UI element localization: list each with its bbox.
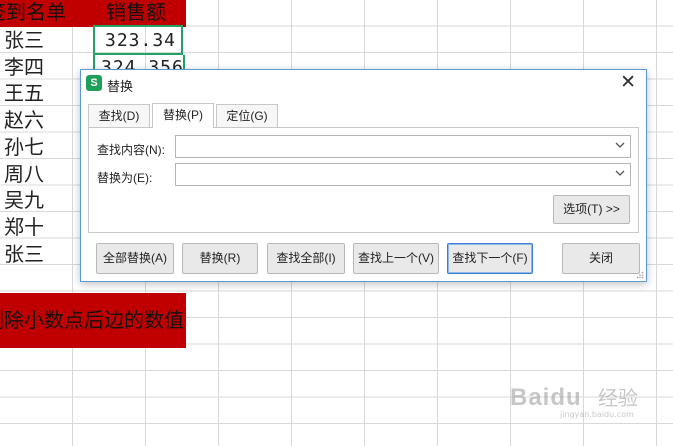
tab-goto[interactable]: 定位(G) <box>216 104 278 127</box>
dialog-titlebar[interactable]: S 替换 ✕ <box>81 70 646 97</box>
close-button[interactable]: 关闭 <box>562 243 640 274</box>
tab-find[interactable]: 查找(D) <box>88 104 150 127</box>
watermark-url: jingyan.baidu.com <box>560 410 634 419</box>
resize-grip-icon[interactable] <box>636 271 644 279</box>
name-cell[interactable]: 张三 <box>0 27 86 54</box>
selection-range-edge <box>93 55 95 69</box>
instruction-banner: 删除小数点后边的数值 <box>0 293 186 348</box>
name-cell[interactable]: 周八 <box>0 161 86 188</box>
header-cell-sales[interactable]: 销售额 <box>86 0 186 27</box>
watermark-sub: 经验 <box>598 386 638 410</box>
name-cell[interactable]: 赵六 <box>0 107 86 134</box>
name-cell[interactable]: 李四 <box>0 54 86 81</box>
find-next-button[interactable]: 查找下一个(F) <box>447 243 533 274</box>
name-cell[interactable]: 吴九 <box>0 187 86 214</box>
replace-with-label: 替换为(E): <box>97 171 153 185</box>
name-cell[interactable]: 王五 <box>0 80 86 107</box>
tab-replace[interactable]: 替换(P) <box>152 103 214 128</box>
baidu-jingyan-watermark: Baidu 经验 jingyan.baidu.com <box>510 374 650 424</box>
selection-range <box>93 25 183 55</box>
replace-dialog: S 替换 ✕ 查找(D) 替换(P) 定位(G) 查找内容(N): 替换为(E)… <box>80 69 647 282</box>
close-icon[interactable]: ✕ <box>620 71 636 94</box>
find-previous-button[interactable]: 查找上一个(V) <box>353 243 439 274</box>
options-button[interactable]: 选项(T) >> <box>553 195 630 224</box>
selection-range-edge <box>183 55 185 69</box>
replace-panel: 查找内容(N): 替换为(E): 选项(T) >> <box>88 127 639 233</box>
replace-with-combobox[interactable] <box>175 163 631 186</box>
replace-button[interactable]: 替换(R) <box>182 243 258 274</box>
find-all-button[interactable]: 查找全部(I) <box>267 243 345 274</box>
header-sales-label: 销售额 <box>106 0 166 24</box>
header-names-label: 签到名单 <box>0 0 66 24</box>
name-cell[interactable]: 孙七 <box>0 134 86 161</box>
replace-all-button[interactable]: 全部替换(A) <box>96 243 174 274</box>
find-what-label: 查找内容(N): <box>97 143 165 157</box>
find-what-combobox[interactable] <box>175 135 631 158</box>
watermark-brand: Baidu <box>510 384 582 411</box>
header-cell-names[interactable]: 签到名单 <box>0 0 86 27</box>
chevron-down-icon[interactable] <box>614 138 626 152</box>
dialog-title: 替换 <box>107 79 134 94</box>
wps-app-icon: S <box>86 75 102 91</box>
name-cell[interactable]: 张三 <box>0 241 86 268</box>
chevron-down-icon[interactable] <box>614 166 626 180</box>
name-cell[interactable]: 郑十 <box>0 214 86 241</box>
sales-value-cell[interactable]: 324.356 <box>101 56 184 70</box>
